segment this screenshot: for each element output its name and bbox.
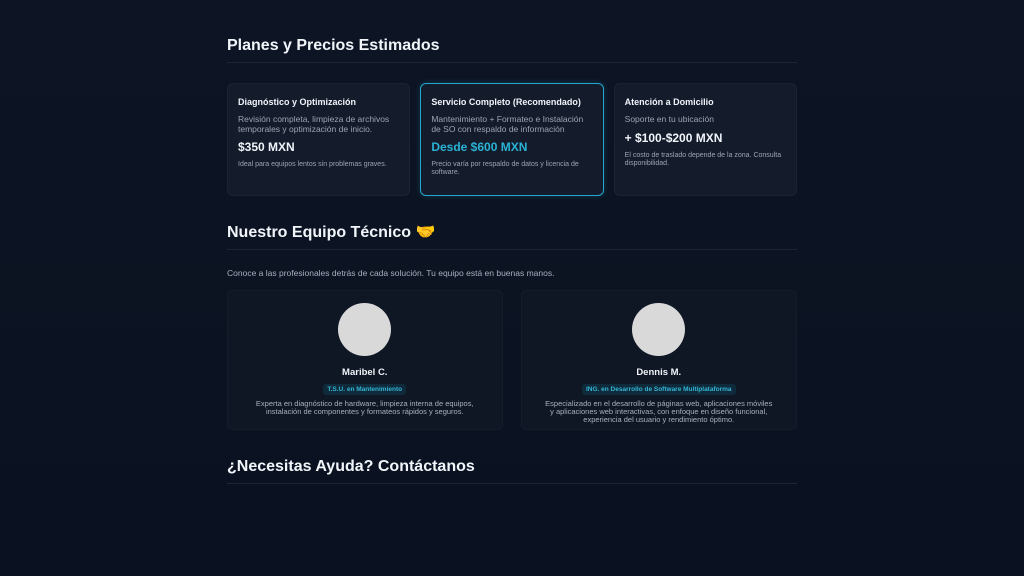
team-title: Nuestro Equipo Técnico 🤝 — [227, 222, 797, 250]
plan-description: Mantenimiento + Formateo e Instalación d… — [431, 114, 584, 134]
member-bio: Especializado en el desarrollo de página… — [545, 399, 773, 424]
member-name: Maribel C. — [342, 367, 388, 378]
avatar — [632, 303, 686, 356]
plan-title: Servicio Completo (Recomendado) — [431, 97, 581, 107]
plan-price: Desde $600 MXN — [431, 140, 528, 154]
pricing-title: Planes y Precios Estimados — [227, 37, 797, 63]
team-member-card: Dennis M. ING. en Desarrollo de Software… — [520, 290, 797, 430]
plan-title: Diagnóstico y Optimización — [238, 97, 357, 107]
avatar — [338, 303, 392, 356]
member-name: Dennis M. — [636, 367, 682, 378]
contact-title: ¿Necesitas Ayuda? Contáctanos — [227, 458, 797, 484]
plan-note: El costo de traslado depende de la zona.… — [624, 151, 782, 167]
plan-title: Atención a Domicilio — [624, 97, 714, 107]
team-section: Nuestro Equipo Técnico 🤝 Conoce a las pr… — [227, 222, 797, 430]
plan-card-home[interactable]: Atención a Domicilio Soporte en tu ubica… — [613, 83, 797, 196]
member-role-badge: T.S.U. en Mantenimiento — [323, 384, 407, 395]
pricing-section: Planes y Precios Estimados Diagnóstico y… — [227, 37, 797, 196]
plan-description: Revisión completa, limpieza de archivos … — [238, 114, 390, 134]
member-bio: Experta en diagnóstico de hardware, limp… — [255, 399, 474, 416]
pricing-cards: Diagnóstico y Optimización Revisión comp… — [227, 83, 797, 196]
contact-section: ¿Necesitas Ayuda? Contáctanos — [227, 458, 797, 484]
plan-description: Soporte en tu ubicación — [624, 114, 714, 124]
plan-price: + $100-$200 MXN — [624, 130, 723, 145]
team-intro: Conoce a las profesionales detrás de cad… — [227, 268, 555, 278]
plan-price: $350 MXN — [238, 140, 295, 154]
plan-note: Precio varía por respaldo de datos y lic… — [431, 161, 579, 176]
plan-card-diagnostic[interactable]: Diagnóstico y Optimización Revisión comp… — [227, 83, 411, 196]
member-role-badge: ING. en Desarrollo de Software Multiplat… — [581, 384, 736, 395]
team-member-card: Maribel C. T.S.U. en Mantenimiento Exper… — [227, 290, 503, 430]
team-cards: Maribel C. T.S.U. en Mantenimiento Exper… — [227, 290, 797, 430]
plan-card-complete[interactable]: Servicio Completo (Recomendado) Mantenim… — [420, 83, 604, 196]
plan-note: Ideal para equipos lentos sin problemas … — [238, 161, 387, 168]
